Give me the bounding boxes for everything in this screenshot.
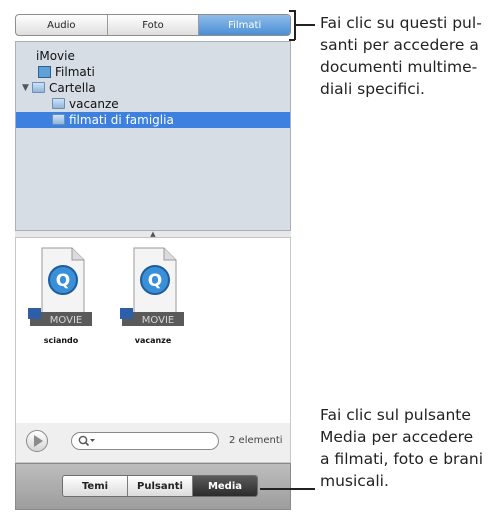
clip-browser: Q MOVIE sciando Q MOVIE vacanze [15,238,291,423]
folder-icon [32,82,45,93]
clip-name: sciando [43,336,79,345]
callout-line: Fai clic su questi pul- [320,14,482,32]
callout-line: musicali. [320,472,389,490]
media-palette: Audio Foto Filmati iMovie Filmati ▼ Cart… [0,0,295,515]
preview-controls: 2 elementi [15,423,291,463]
search-icon [78,435,95,447]
callout-leader-bottom [260,488,315,490]
tab-temi[interactable]: Temi [63,476,128,496]
folder-icon [52,98,65,109]
source-list: iMovie Filmati ▼ Cartella vacanze filmat… [15,41,291,231]
callout-bottom: Fai clic sul pulsante Media per accedere… [320,404,483,492]
tab-pulsanti[interactable]: Pulsanti [128,476,193,496]
callout-line: Media per accedere [320,428,474,446]
movie-badge: MOVIE [50,315,82,326]
callout-line: diali specifici. [320,80,425,98]
item-count: 2 elementi [229,435,283,446]
folder-icon [52,114,65,125]
svg-text:Q: Q [56,271,70,291]
disclosure-triangle-icon[interactable]: ▼ [22,80,29,96]
tree-item-label: vacanze [69,97,119,111]
callout-line: santi per accedere a [320,36,479,54]
tab-audio[interactable]: Audio [16,15,108,35]
clip-item-sciando[interactable]: Q MOVIE sciando [26,246,96,345]
tree-item-cartella[interactable]: ▼ Cartella [22,80,96,96]
clip-item-vacanze[interactable]: Q MOVIE vacanze [118,246,188,345]
callout-top: Fai clic su questi pul- santi per accede… [320,12,482,100]
tab-filmati[interactable]: Filmati [199,15,290,35]
tree-item-filmati-di-famiglia[interactable]: filmati di famiglia [16,112,290,128]
tab-media[interactable]: Media [193,476,257,496]
bottom-toolbar: Temi Pulsanti Media [15,463,291,510]
film-icon [38,66,51,78]
movie-badge: MOVIE [142,315,174,326]
pane-splitter[interactable]: ▲ [15,231,291,238]
callout-bracket-top-tick2 [289,39,295,41]
tree-item-label: Cartella [49,81,96,95]
callout-leader-top [295,24,315,26]
quicktime-movie-icon: Q MOVIE [120,247,184,326]
callout-bracket-top-tick1 [289,10,295,12]
search-field[interactable] [71,432,219,450]
tree-root-imovie[interactable]: iMovie [36,48,75,64]
tree-root-label: iMovie [36,49,75,63]
pane-switcher: Temi Pulsanti Media [62,475,258,497]
svg-text:Q: Q [148,271,162,291]
play-button[interactable] [26,430,48,452]
callout-line: a filmati, foto e brani [320,450,484,468]
play-icon [34,435,43,447]
callout-line: Fai clic sul pulsante [320,406,471,424]
tree-item-filmati[interactable]: Filmati [38,64,95,80]
media-type-tabs: Audio Foto Filmati [15,14,291,36]
clip-name: vacanze [134,336,172,345]
tree-item-label: filmati di famiglia [69,113,174,127]
tree-item-label: Filmati [55,65,95,79]
tree-item-vacanze[interactable]: vacanze [52,96,119,112]
quicktime-movie-icon: Q MOVIE [28,247,92,326]
callout-line: documenti multime- [320,58,478,76]
tab-foto[interactable]: Foto [108,15,200,35]
